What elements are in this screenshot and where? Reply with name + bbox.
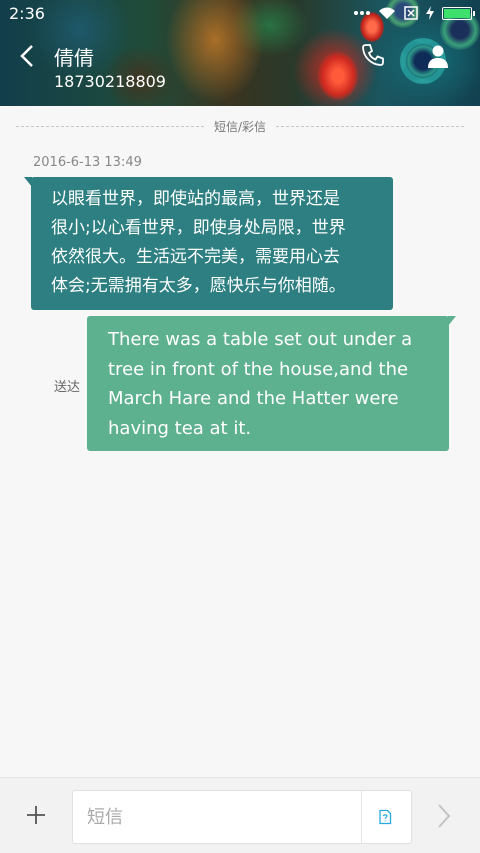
outgoing-message-bubble[interactable]: There was a table set out under a tree i… xyxy=(87,316,456,451)
message-type-label: 短信/彩信 xyxy=(213,119,267,134)
delivery-status: 送达 xyxy=(54,380,81,395)
message-line: 很小;以心看世界，即使身处局限，世界 xyxy=(51,218,346,238)
message-type-divider: 短信/彩信 xyxy=(16,116,465,136)
message-line: 依然很大。生活远不完美，需要用心去 xyxy=(51,247,340,267)
status-time: 2:36 xyxy=(9,4,45,23)
back-icon[interactable] xyxy=(16,40,40,72)
battery-icon xyxy=(442,6,475,20)
message-line: 以眼看世界，即使站的最高，世界还是 xyxy=(51,189,340,209)
conversation-header: 2:36 倩倩 18730218809 xyxy=(0,0,480,106)
send-icon[interactable] xyxy=(434,802,454,830)
message-line: having tea at it. xyxy=(108,417,252,439)
add-icon[interactable] xyxy=(24,803,48,827)
status-bar: 2:36 xyxy=(0,0,480,28)
person-icon[interactable] xyxy=(424,42,452,70)
sim-disabled-icon xyxy=(404,6,418,20)
message-line: tree in front of the house,and the xyxy=(108,358,409,380)
message-composer xyxy=(0,777,480,853)
message-line: March Hare and the Hatter were xyxy=(108,388,399,409)
message-input[interactable] xyxy=(73,791,361,843)
status-icons xyxy=(354,6,475,20)
incoming-message-bubble[interactable]: 以眼看世界，即使站的最高，世界还是 很小;以心看世界，即使身处局限，世界 依然很… xyxy=(24,177,393,310)
contact-number: 18730218809 xyxy=(54,72,166,91)
notification-dots-icon xyxy=(354,11,370,15)
battery-fill xyxy=(444,8,470,18)
contact-name: 倩倩 xyxy=(54,46,94,70)
message-input-box xyxy=(72,790,412,844)
sim-card-icon[interactable] xyxy=(377,809,393,825)
message-line: 体会;无需拥有太多，愿快乐与你相随。 xyxy=(51,276,346,296)
divider-line xyxy=(16,125,204,127)
input-divider xyxy=(361,791,362,843)
wallpaper-flower xyxy=(318,52,358,100)
divider-line xyxy=(276,125,465,127)
wifi-icon xyxy=(379,7,395,19)
message-timestamp: 2016-6-13 13:49 xyxy=(33,155,142,170)
phone-icon[interactable] xyxy=(360,42,386,68)
charging-icon xyxy=(426,6,434,20)
message-line: There was a table set out under a xyxy=(108,329,413,350)
